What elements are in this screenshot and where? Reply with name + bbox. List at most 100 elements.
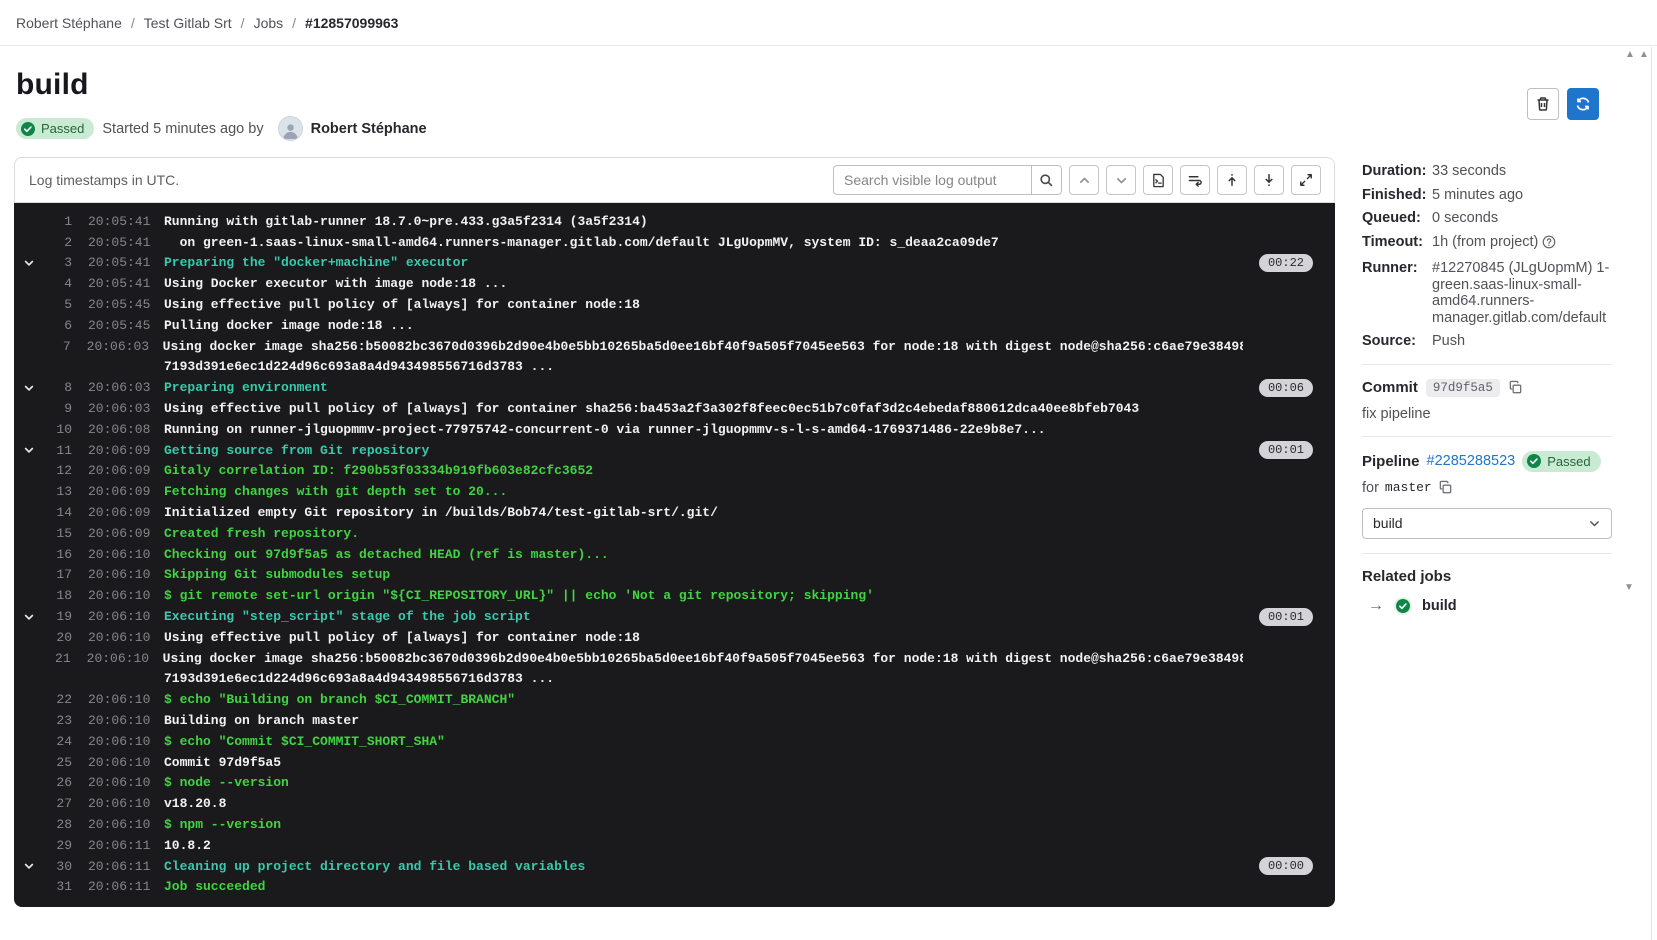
help-icon[interactable] (1542, 235, 1556, 254)
scroll-down-indicator-icon[interactable]: ▼ (1624, 583, 1634, 593)
log-line-number[interactable]: 10 (44, 422, 72, 437)
log-line-number[interactable]: 12 (44, 463, 72, 478)
avatar[interactable] (278, 116, 303, 141)
erase-job-log-button[interactable] (1527, 88, 1559, 120)
section-duration-badge[interactable]: 00:01 (1259, 608, 1313, 626)
scroll-to-bottom-button[interactable] (1254, 165, 1284, 195)
stage-dropdown[interactable]: build (1362, 508, 1612, 539)
log-line-number[interactable]: 29 (44, 838, 72, 853)
copy-commit-sha-button[interactable] (1508, 380, 1523, 395)
scroll-to-top-button[interactable] (1217, 165, 1247, 195)
log-line-number[interactable]: 30 (44, 859, 72, 874)
log-timestamp: 20:05:45 (88, 318, 152, 333)
log-line-number[interactable]: 25 (44, 755, 72, 770)
log-line-number[interactable]: 17 (44, 567, 72, 582)
log-section-header[interactable]: Preparing environment (164, 380, 328, 395)
log-line-number[interactable]: 3 (44, 255, 72, 270)
log-line-number[interactable]: 8 (44, 380, 72, 395)
log-timestamp: 20:05:45 (88, 297, 152, 312)
section-collapse-icon[interactable] (14, 611, 44, 623)
sidebar-divider (1362, 553, 1612, 554)
page-edge-divider (1651, 47, 1652, 940)
log-section-header[interactable]: Executing "step_script" stage of the job… (164, 609, 531, 624)
author-link[interactable]: Robert Stéphane (311, 121, 427, 137)
log-line-number[interactable]: 18 (44, 588, 72, 603)
wrap-lines-button[interactable] (1180, 165, 1210, 195)
retry-icon (1575, 96, 1591, 112)
log-search-button[interactable] (1031, 165, 1062, 195)
log-line-number[interactable]: 2 (44, 235, 72, 250)
log-line-number[interactable]: 27 (44, 796, 72, 811)
copy-ref-button[interactable] (1438, 480, 1453, 495)
log-line-number[interactable]: 14 (44, 505, 72, 520)
breadcrumb-user-link[interactable]: Robert Stéphane (16, 15, 122, 31)
retry-job-button[interactable] (1567, 88, 1599, 120)
log-line-number[interactable]: 20 (44, 630, 72, 645)
related-job-item[interactable]: → build (1362, 597, 1612, 615)
job-status-badge[interactable]: Passed (16, 118, 94, 139)
log-line-number[interactable]: 9 (44, 401, 72, 416)
log-section-header[interactable]: Getting source from Git repository (164, 443, 429, 458)
section-duration-badge[interactable]: 00:01 (1259, 441, 1313, 459)
breadcrumb: Robert Stéphane / Test Gitlab Srt / Jobs… (0, 0, 1657, 46)
log-line-text: Commit 97d9f5a5 (164, 755, 281, 770)
section-collapse-icon[interactable] (14, 257, 44, 269)
log-line-number[interactable]: 4 (44, 276, 72, 291)
pipeline-status-badge[interactable]: Passed (1522, 451, 1600, 472)
log-line-number[interactable]: 24 (44, 734, 72, 749)
log-line-number[interactable]: 23 (44, 713, 72, 728)
person-icon (281, 121, 300, 140)
pipeline-for-text: for (1362, 480, 1379, 496)
log-timestamp: 20:06:08 (88, 422, 152, 437)
section-collapse-icon[interactable] (14, 444, 44, 456)
log-search-input[interactable] (833, 165, 1031, 195)
breadcrumb-jobs-link[interactable]: Jobs (254, 15, 284, 31)
previous-match-button[interactable] (1069, 165, 1099, 195)
log-line-number[interactable]: 22 (44, 692, 72, 707)
scroll-top-icon (1225, 173, 1239, 187)
log-line-text: v18.20.8 (164, 796, 226, 811)
log-line-number[interactable]: 15 (44, 526, 72, 541)
log-line-text: Using Docker executor with image node:18… (164, 276, 507, 291)
log-row: 2820:06:10$ npm --version (14, 814, 1335, 835)
job-passed-icon (1394, 597, 1412, 615)
log-line-text: Running with gitlab-runner 18.7.0~pre.43… (164, 214, 648, 229)
pipeline-id-link[interactable]: #2285288523 (1427, 453, 1516, 469)
log-line-number[interactable]: 26 (44, 775, 72, 790)
log-line-number[interactable]: 6 (44, 318, 72, 333)
log-line-number[interactable]: 5 (44, 297, 72, 312)
log-line-text: $ node --version (164, 775, 289, 790)
log-line-number[interactable]: 31 (44, 879, 72, 894)
log-line-number[interactable]: 28 (44, 817, 72, 832)
sidebar-divider (1362, 364, 1612, 365)
pipeline-ref[interactable]: master (1385, 480, 1432, 495)
section-collapse-icon[interactable] (14, 860, 44, 872)
duration-value: 33 seconds (1432, 163, 1612, 180)
log-line-number[interactable]: 21 (43, 651, 71, 666)
fullscreen-button[interactable] (1291, 165, 1321, 195)
log-toolbar: Log timestamps in UTC. (14, 157, 1335, 203)
section-duration-badge[interactable]: 00:06 (1259, 379, 1313, 397)
commit-label: Commit (1362, 379, 1418, 396)
log-line-number[interactable]: 13 (44, 484, 72, 499)
commit-sha-link[interactable]: 97d9f5a5 (1426, 379, 1500, 397)
log-line-number[interactable]: 16 (44, 547, 72, 562)
scroll-up-indicator-icon[interactable]: ▲ (1639, 50, 1649, 60)
section-duration-badge[interactable]: 00:22 (1259, 254, 1313, 272)
section-duration-badge[interactable]: 00:00 (1259, 857, 1313, 875)
show-raw-button[interactable] (1143, 165, 1173, 195)
next-match-button[interactable] (1106, 165, 1136, 195)
scroll-up-indicator-icon[interactable]: ▲ (1625, 50, 1635, 60)
log-line-number[interactable]: 11 (44, 443, 72, 458)
log-line-number[interactable]: 7 (43, 339, 71, 354)
log-line-text: Initialized empty Git repository in /bui… (164, 505, 718, 520)
log-section-header[interactable]: Cleaning up project directory and file b… (164, 859, 585, 874)
log-row: 7193d391e6ec1d224d96c693a8a4d94349855671… (14, 357, 1335, 378)
related-job-link[interactable]: build (1422, 598, 1457, 614)
log-line-number[interactable]: 19 (44, 609, 72, 624)
breadcrumb-project-link[interactable]: Test Gitlab Srt (144, 15, 232, 31)
log-line-number[interactable]: 1 (44, 214, 72, 229)
log-row: 2320:06:10Building on branch master (14, 710, 1335, 731)
log-section-header[interactable]: Preparing the "docker+machine" executor (164, 255, 468, 270)
section-collapse-icon[interactable] (14, 382, 44, 394)
